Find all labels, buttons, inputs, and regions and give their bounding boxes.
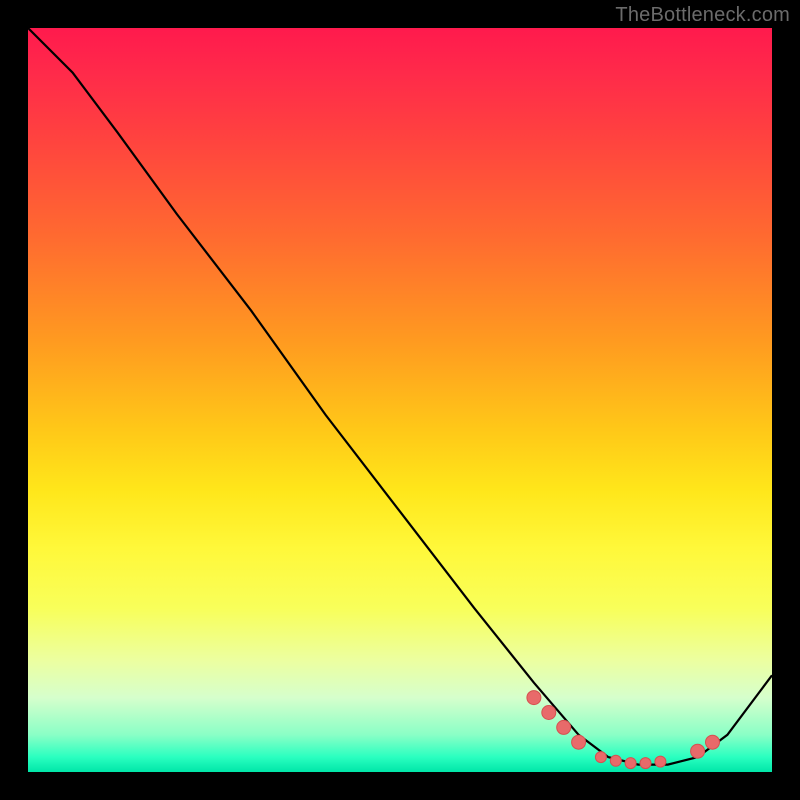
series-curve <box>28 28 772 765</box>
chart-svg <box>28 28 772 772</box>
highlight-dot <box>640 758 651 769</box>
highlight-dot <box>625 758 636 769</box>
highlight-dot <box>527 691 541 705</box>
highlight-dot <box>706 735 720 749</box>
highlight-dot <box>655 756 666 767</box>
highlight-dot <box>691 744 705 758</box>
highlight-dot <box>610 755 621 766</box>
highlight-dot <box>595 752 606 763</box>
watermark-text: TheBottleneck.com <box>615 4 790 27</box>
chart-frame: TheBottleneck.com <box>0 0 800 800</box>
highlight-dot <box>542 706 556 720</box>
highlight-dot <box>572 735 586 749</box>
highlight-dots <box>527 691 720 769</box>
highlight-dot <box>557 720 571 734</box>
chart-plot-area <box>28 28 772 772</box>
